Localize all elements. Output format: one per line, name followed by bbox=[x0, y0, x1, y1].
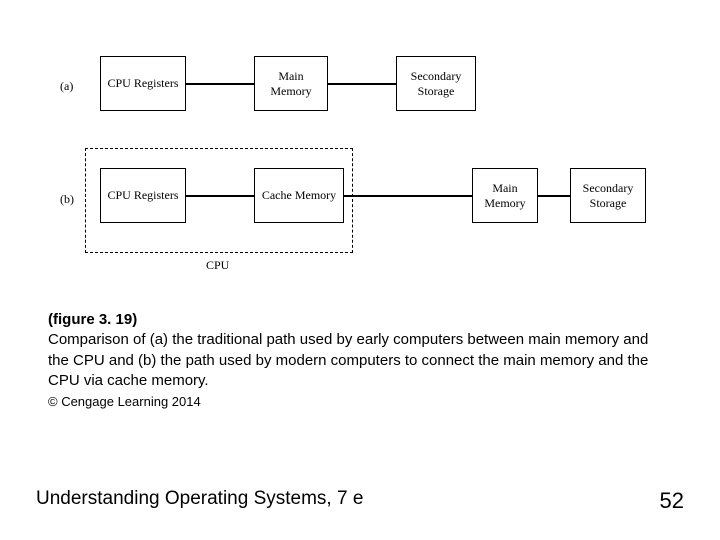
connector-a-2 bbox=[328, 83, 396, 85]
connector-b-3 bbox=[538, 195, 570, 197]
footer-book-title: Understanding Operating Systems, 7 e bbox=[36, 488, 363, 510]
figure-title: (figure 3. 19) bbox=[48, 310, 668, 330]
footer-page-number: 52 bbox=[660, 488, 684, 514]
connector-b-2 bbox=[344, 195, 472, 197]
row-b-label: (b) bbox=[60, 192, 74, 207]
connector-a-1 bbox=[186, 83, 254, 85]
connector-b-1 bbox=[186, 195, 254, 197]
box-a-cpu-registers: CPU Registers bbox=[100, 56, 186, 111]
diagram-area: (a) CPU Registers MainMemory SecondarySt… bbox=[0, 0, 720, 300]
box-b-cpu-registers: CPU Registers bbox=[100, 168, 186, 223]
cpu-group-label: CPU bbox=[206, 258, 229, 273]
box-a-main-memory: MainMemory bbox=[254, 56, 328, 111]
box-b-secondary-storage: SecondaryStorage bbox=[570, 168, 646, 223]
figure-body: Comparison of (a) the traditional path u… bbox=[48, 330, 668, 391]
row-a-label: (a) bbox=[60, 79, 73, 94]
figure-copyright: © Cengage Learning 2014 bbox=[48, 393, 668, 411]
box-b-cache-memory: Cache Memory bbox=[254, 168, 344, 223]
box-b-main-memory: MainMemory bbox=[472, 168, 538, 223]
caption-block: (figure 3. 19) Comparison of (a) the tra… bbox=[48, 310, 668, 411]
box-a-secondary-storage: SecondaryStorage bbox=[396, 56, 476, 111]
